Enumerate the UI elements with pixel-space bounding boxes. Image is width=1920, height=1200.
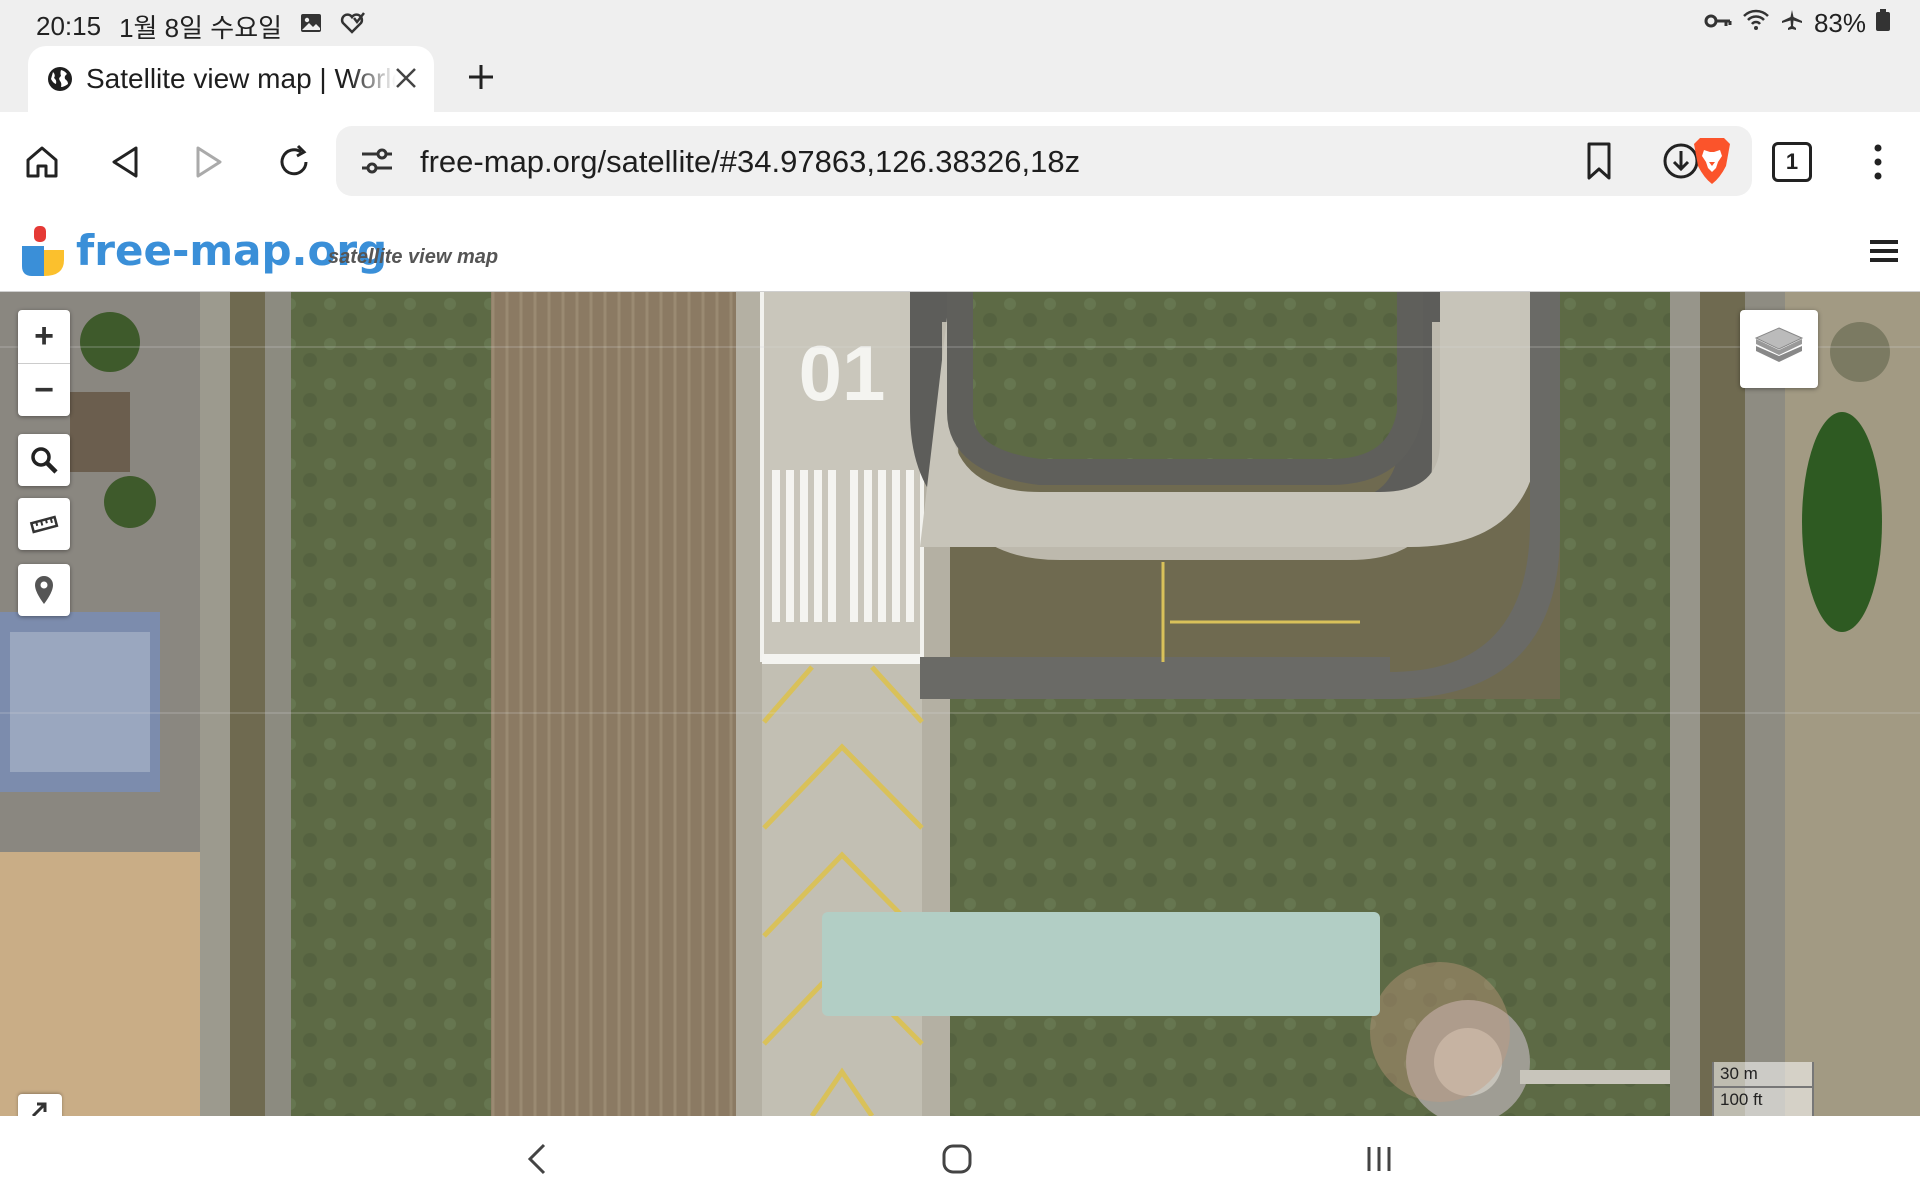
- back-button[interactable]: [98, 134, 154, 190]
- airplane-icon: [1780, 8, 1804, 39]
- zoom-control: + −: [18, 310, 70, 416]
- back-arrow-icon: [112, 146, 138, 178]
- chevron-left-icon: [527, 1143, 546, 1175]
- status-time: 20:15: [36, 11, 102, 41]
- home-circle-icon: [942, 1144, 972, 1174]
- site-logo[interactable]: [20, 226, 66, 278]
- tab-strip: Satellite view map | World: [0, 44, 1920, 112]
- reload-button[interactable]: [266, 134, 322, 190]
- close-icon[interactable]: [388, 60, 424, 96]
- scale-imperial: 100 ft: [1712, 1088, 1814, 1116]
- satellite-map[interactable]: 01 + − 30 m 100 ft: [0, 292, 1920, 1116]
- home-button[interactable]: [14, 134, 70, 190]
- battery-icon: [1876, 9, 1890, 38]
- map-pin-icon: [35, 576, 53, 604]
- recents-icon: [1367, 1147, 1391, 1171]
- forward-button[interactable]: [180, 134, 236, 190]
- map-scale: 30 m 100 ft: [1712, 1062, 1814, 1116]
- address-bar[interactable]: free-map.org/satellite/#34.97863,126.383…: [336, 126, 1752, 196]
- plus-icon: [469, 65, 493, 89]
- bookmark-icon[interactable]: [1576, 138, 1622, 184]
- reload-icon: [280, 144, 308, 176]
- site-header: free-map.org satellite view map: [0, 210, 1920, 292]
- zoom-in-button[interactable]: +: [18, 310, 70, 363]
- ad-placeholder: [822, 912, 1380, 1016]
- tab-switcher-button[interactable]: 1: [1772, 142, 1812, 182]
- tab-title: Satellite view map | World: [86, 63, 396, 94]
- nav-home-button[interactable]: [932, 1136, 982, 1182]
- measure-button[interactable]: [18, 498, 70, 550]
- site-tagline: satellite view map: [328, 246, 499, 268]
- gallery-icon: [300, 12, 322, 41]
- zoom-out-button[interactable]: −: [18, 363, 70, 416]
- search-button[interactable]: [18, 434, 70, 486]
- key-icon: [1704, 10, 1732, 38]
- more-menu-icon[interactable]: [1860, 138, 1896, 186]
- home-icon: [26, 146, 58, 178]
- check-heart-icon: [340, 12, 366, 41]
- system-nav-bar: [0, 1116, 1920, 1200]
- browser-toolbar: free-map.org/satellite/#34.97863,126.383…: [0, 112, 1920, 210]
- locate-button[interactable]: [18, 564, 70, 616]
- site-settings-icon[interactable]: [356, 140, 398, 182]
- new-tab-button[interactable]: [456, 52, 506, 102]
- brave-shields-button[interactable]: [1684, 132, 1740, 188]
- scale-metric: 30 m: [1712, 1062, 1814, 1088]
- hamburger-menu-icon[interactable]: [1870, 240, 1898, 264]
- brave-lion-icon: [1694, 138, 1730, 184]
- nav-back-button[interactable]: [512, 1136, 562, 1182]
- status-bar: 20:15 1월 8일 수요일 83%: [0, 0, 1920, 44]
- status-date: 1월 8일 수요일: [119, 13, 283, 43]
- expand-arrow-icon: [31, 1102, 47, 1116]
- layers-icon: [1754, 327, 1804, 362]
- wifi-icon: [1742, 8, 1770, 39]
- status-left: 20:15 1월 8일 수요일: [36, 8, 366, 45]
- fullscreen-button[interactable]: [18, 1094, 62, 1116]
- tab-active[interactable]: Satellite view map | World: [28, 46, 434, 112]
- layers-button[interactable]: [1740, 310, 1818, 388]
- battery-percent: 83%: [1813, 8, 1866, 38]
- nav-recents-button[interactable]: [1354, 1136, 1404, 1182]
- search-icon: [31, 447, 58, 474]
- globe-icon: [46, 65, 74, 93]
- url-text: free-map.org/satellite/#34.97863,126.383…: [420, 144, 1081, 179]
- ruler-icon: [29, 515, 59, 534]
- runway-number: 01: [799, 329, 886, 417]
- status-right: 83%: [1704, 8, 1890, 39]
- forward-arrow-icon: [196, 146, 222, 178]
